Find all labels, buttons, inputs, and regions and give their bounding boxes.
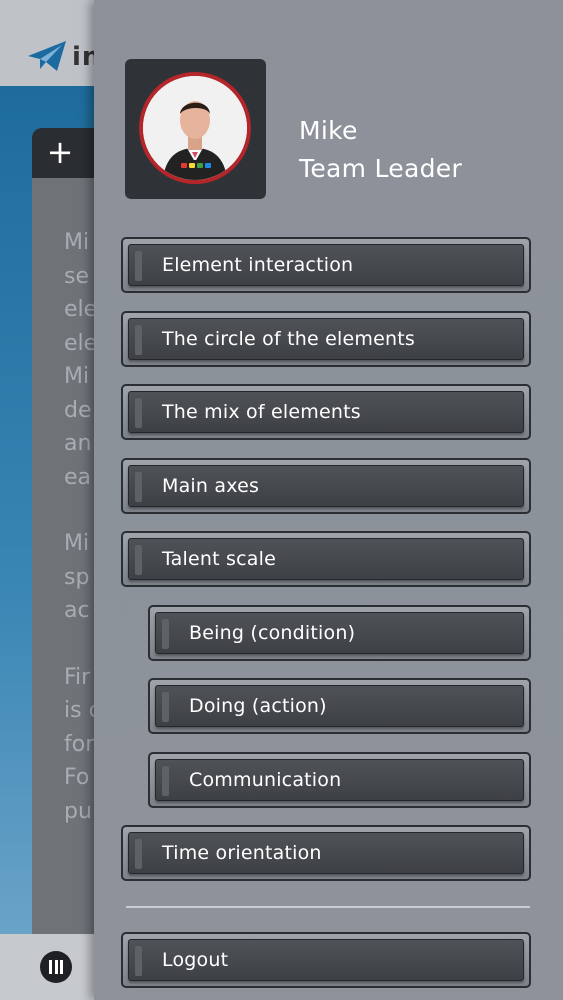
menu-divider [126,906,530,908]
menu-item-label: Doing (action) [189,695,327,717]
menu-item-time-orientation[interactable]: Time orientation [121,825,531,881]
menu-item-tab [135,398,142,428]
menu-item-label: The circle of the elements [162,328,415,350]
menu-item-label: Communication [189,769,342,791]
avatar[interactable] [125,59,266,199]
menu-item-being-condition[interactable]: Being (condition) [148,605,531,661]
user-role: Team Leader [299,154,463,183]
paper-plane-logo-icon [28,41,66,71]
user-name: Mike [299,116,358,145]
menu-item-mix-of-elements[interactable]: The mix of elements [121,384,531,440]
logout-button[interactable]: Logout [121,932,531,988]
menu-item-label: The mix of elements [162,401,361,423]
menu-item-tab [135,545,142,575]
menu-item-label: Being (condition) [189,622,356,644]
menu-item-tab [135,472,142,502]
menu-toggle-icon[interactable] [40,951,72,983]
menu-item-tab [135,251,142,281]
menu-item-tab [135,946,142,976]
menu-item-doing-action[interactable]: Doing (action) [148,678,531,734]
menu-item-tab [135,325,142,355]
menu-item-label: Main axes [162,475,260,497]
menu-item-talent-scale[interactable]: Talent scale [121,531,531,587]
menu-item-element-interaction[interactable]: Element interaction [121,237,531,293]
menu-item-tab [135,839,142,869]
navigation-drawer: Mike Team Leader Element interaction The… [94,0,563,1000]
menu-item-tab [162,619,169,649]
menu-item-main-axes[interactable]: Main axes [121,458,531,514]
logout-label: Logout [162,949,229,971]
menu-item-label: Talent scale [162,548,276,570]
menu-item-tab [162,692,169,722]
menu-item-label: Time orientation [162,842,322,864]
menu-item-label: Element interaction [162,254,354,276]
element-colors-badge [178,160,214,171]
menu-item-communication[interactable]: Communication [148,752,531,808]
menu-item-circle-of-elements[interactable]: The circle of the elements [121,311,531,367]
menu-item-tab [162,766,169,796]
add-button[interactable]: + [46,136,74,168]
